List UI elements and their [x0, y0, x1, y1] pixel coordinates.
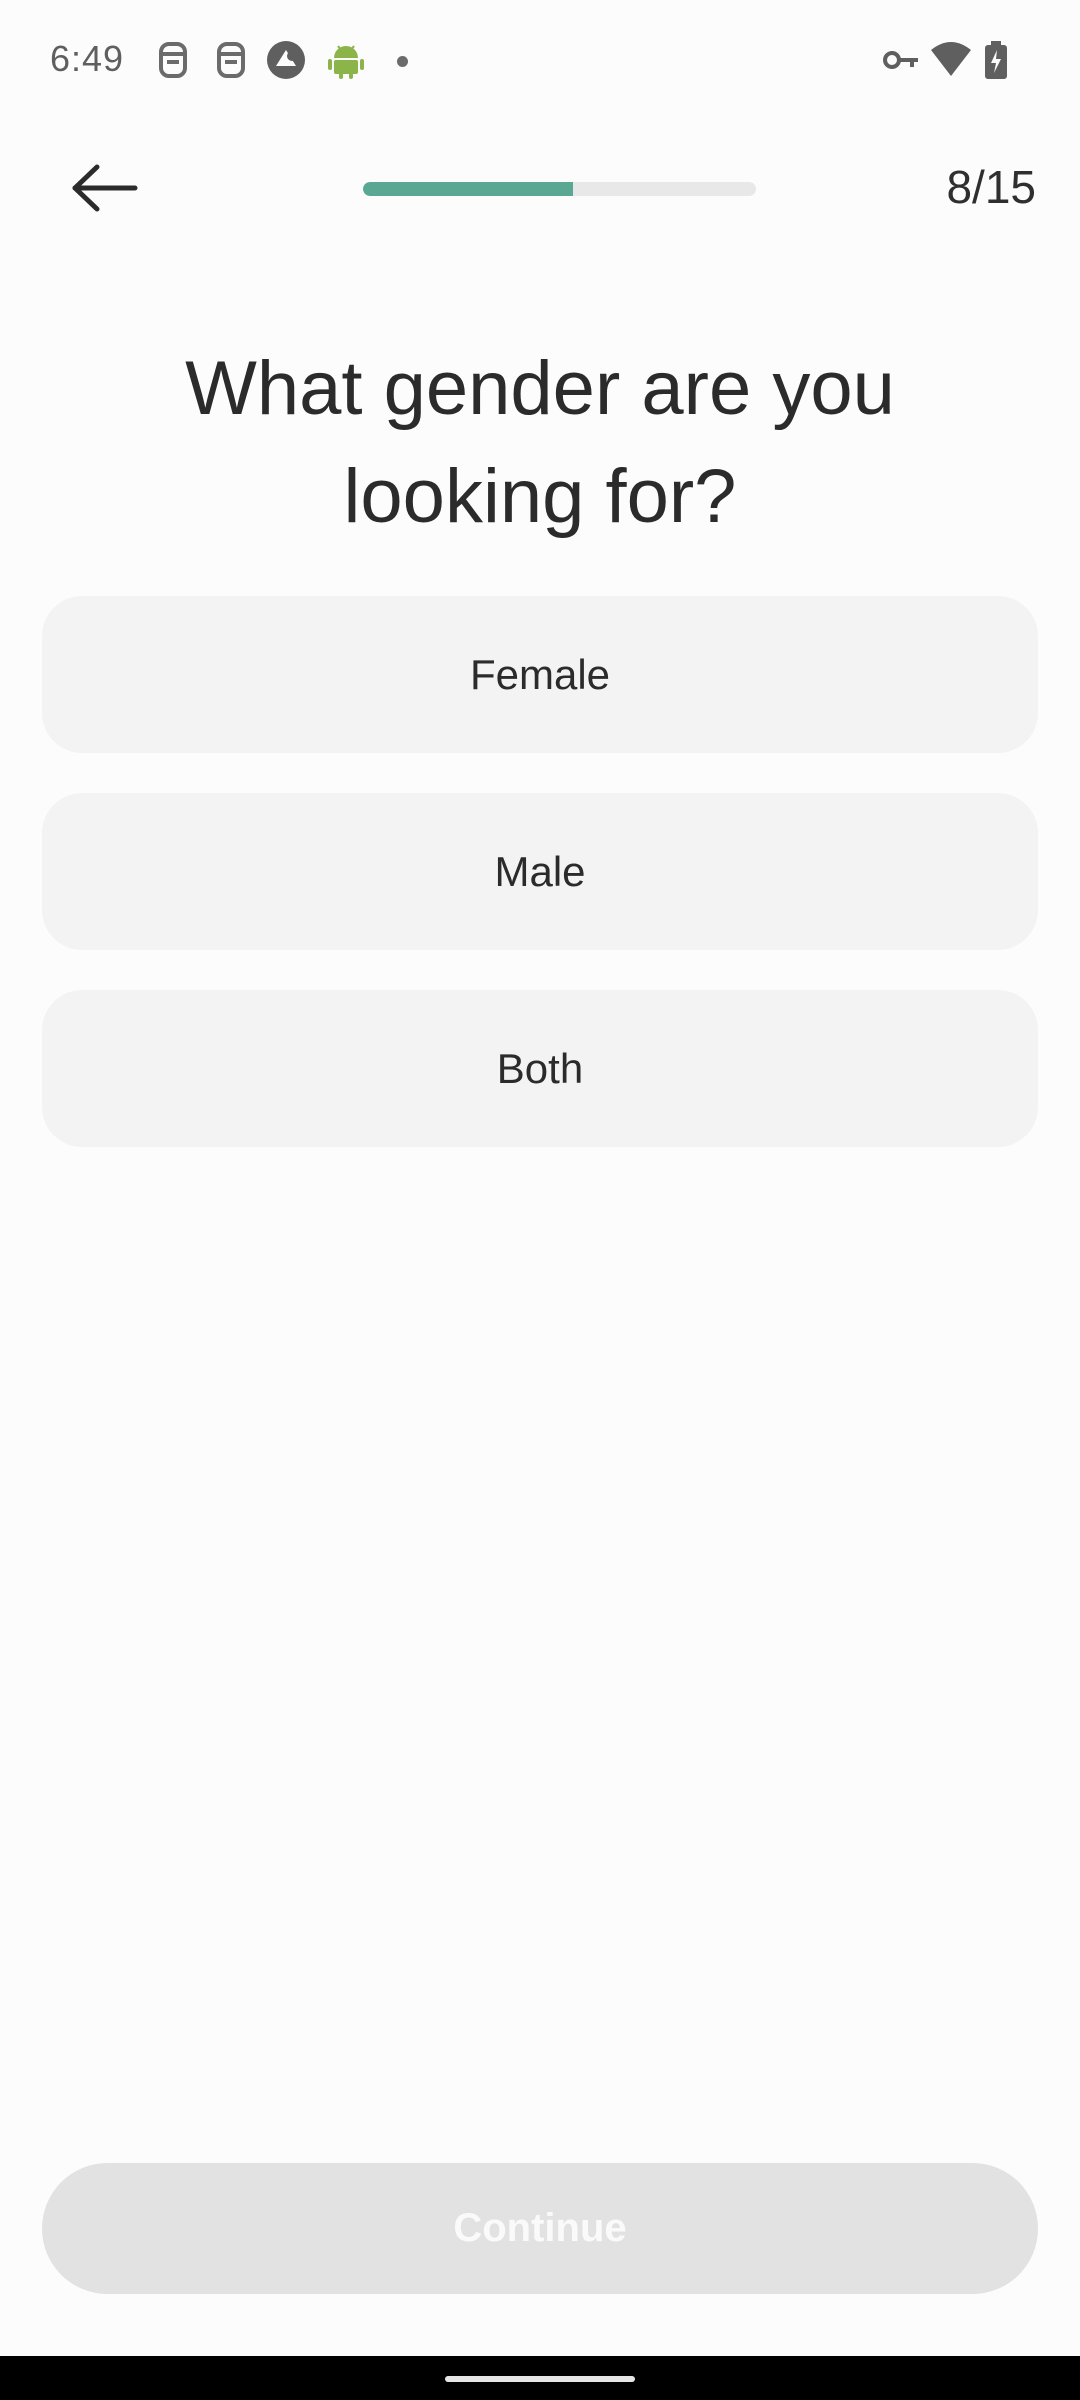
- dot-icon: [397, 56, 408, 67]
- back-button[interactable]: [62, 152, 146, 224]
- progress-bar-fill: [363, 182, 573, 196]
- photo-app-icon: [266, 40, 306, 80]
- continue-button[interactable]: Continue: [42, 2163, 1038, 2294]
- page-title: What gender are you looking for?: [185, 346, 895, 539]
- screen: 6:49 8/15 What gender are you looking fo…: [0, 0, 1080, 2400]
- sim-face-icon: [211, 40, 251, 80]
- wifi-icon: [929, 40, 973, 80]
- option-list: Female Male Both: [42, 596, 1038, 1187]
- arrow-left-icon: [72, 164, 138, 212]
- home-gesture-handle[interactable]: [445, 2376, 635, 2382]
- android-icon: [326, 40, 366, 80]
- step-counter: 8/15: [946, 161, 1036, 213]
- option-female[interactable]: Female: [42, 596, 1038, 753]
- option-both[interactable]: Both: [42, 990, 1038, 1147]
- status-time: 6:49: [50, 38, 125, 79]
- option-male[interactable]: Male: [42, 793, 1038, 950]
- progress-bar: [363, 182, 756, 196]
- status-bar: 6:49: [0, 0, 1080, 126]
- navigation-bar: [0, 2356, 1080, 2400]
- sim-face-icon: [153, 40, 193, 80]
- key-icon: [882, 40, 922, 80]
- battery-charging-icon: [982, 40, 1010, 80]
